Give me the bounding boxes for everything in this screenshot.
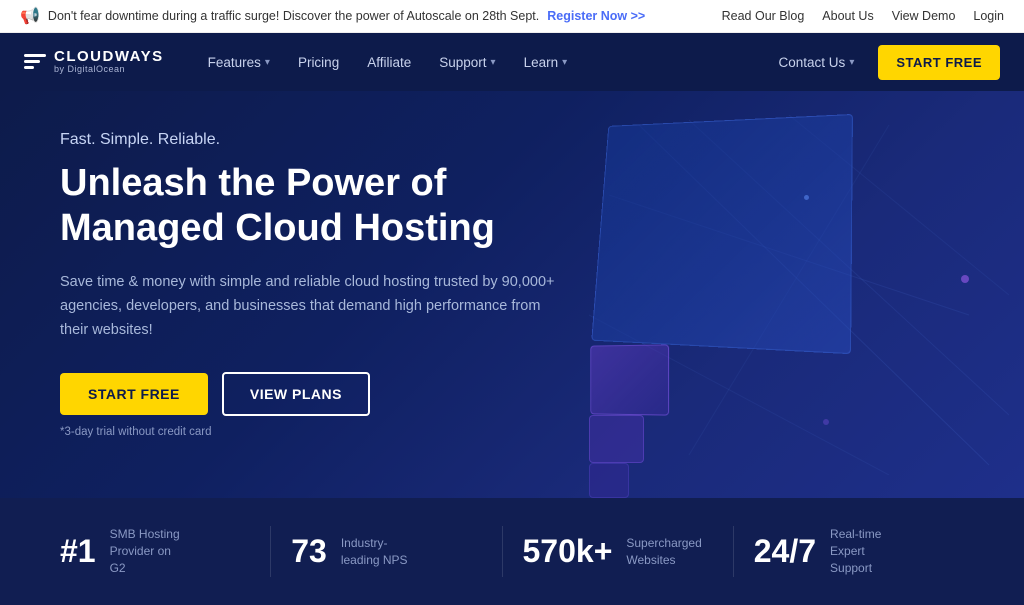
chevron-down-icon: ▾: [562, 57, 567, 68]
contact-us-button[interactable]: Contact Us ▾: [767, 47, 867, 78]
navbar-left: CLOUDWAYS by DigitalOcean Features ▾ Pri…: [24, 47, 579, 78]
banner-cta[interactable]: Register Now >>: [547, 9, 645, 23]
megaphone-icon: 📢: [20, 6, 40, 26]
hero-content: Fast. Simple. Reliable. Unleash the Powe…: [60, 131, 620, 438]
hero-start-free-button[interactable]: START FREE: [60, 373, 208, 415]
nav-affiliate[interactable]: Affiliate: [355, 47, 423, 78]
stat-desc-1: SMB Hosting Provider on G2: [110, 526, 190, 576]
logo-icon: [24, 54, 46, 69]
banner-link-blog[interactable]: Read Our Blog: [722, 9, 805, 23]
banner-link-about[interactable]: About Us: [822, 9, 873, 23]
logo-line-2: [24, 60, 40, 63]
top-banner: 📢 Don't fear downtime during a traffic s…: [0, 0, 1024, 33]
dot-decoration-3: [804, 195, 809, 200]
banner-message: 📢 Don't fear downtime during a traffic s…: [20, 6, 645, 26]
banner-links: Read Our Blog About Us View Demo Login: [722, 9, 1004, 23]
hero-buttons: START FREE VIEW PLANS: [60, 372, 620, 416]
chevron-down-icon: ▾: [265, 57, 270, 68]
logo-line-1: [24, 54, 46, 57]
stat-item-3: 570k+ Supercharged Websites: [503, 526, 734, 576]
hero-section: Fast. Simple. Reliable. Unleash the Powe…: [0, 91, 1024, 498]
stat-number-4: 24/7: [754, 533, 816, 570]
stat-desc-3: Supercharged Websites: [626, 535, 706, 569]
hero-graphic: [574, 91, 1024, 498]
navbar-right: Contact Us ▾ START FREE: [767, 45, 1000, 80]
stat-item-1: #1 SMB Hosting Provider on G2: [60, 526, 271, 576]
chevron-down-icon: ▾: [849, 57, 854, 68]
nav-links: Features ▾ Pricing Affiliate Support ▾ L…: [196, 47, 580, 78]
dot-decoration-1: [961, 275, 969, 283]
logo-sub: by DigitalOcean: [54, 65, 164, 75]
stat-number-3: 570k+: [523, 533, 613, 570]
stat-item-2: 73 Industry-leading NPS: [271, 526, 502, 576]
nav-learn[interactable]: Learn ▾: [512, 47, 580, 78]
stat-number-1: #1: [60, 533, 96, 570]
stat-desc-2: Industry-leading NPS: [341, 535, 421, 569]
hero-tagline: Fast. Simple. Reliable.: [60, 131, 620, 149]
stat-desc-4: Real-time Expert Support: [830, 526, 910, 576]
logo[interactable]: CLOUDWAYS by DigitalOcean: [24, 49, 164, 75]
hero-title: Unleash the Power of Managed Cloud Hosti…: [60, 161, 620, 251]
stats-section: #1 SMB Hosting Provider on G2 73 Industr…: [0, 498, 1024, 604]
start-free-button[interactable]: START FREE: [878, 45, 1000, 80]
hero-trial-note: *3-day trial without credit card: [60, 426, 620, 438]
logo-lines: [24, 54, 46, 69]
navbar: CLOUDWAYS by DigitalOcean Features ▾ Pri…: [0, 33, 1024, 91]
logo-text: CLOUDWAYS by DigitalOcean: [54, 49, 164, 75]
hero-description: Save time & money with simple and reliab…: [60, 271, 560, 343]
hex-graphic-container: [589, 115, 1009, 475]
nav-pricing[interactable]: Pricing: [286, 47, 351, 78]
banner-link-demo[interactable]: View Demo: [892, 9, 956, 23]
stat-number-2: 73: [291, 533, 327, 570]
logo-line-3: [24, 66, 34, 69]
banner-text: Don't fear downtime during a traffic sur…: [48, 9, 539, 23]
chevron-down-icon: ▾: [491, 57, 496, 68]
logo-name: CLOUDWAYS: [54, 49, 164, 66]
nav-support[interactable]: Support ▾: [427, 47, 507, 78]
hex-main-shape: [591, 114, 853, 354]
stat-item-4: 24/7 Real-time Expert Support: [734, 526, 964, 576]
dot-decoration-2: [823, 419, 829, 425]
nav-features[interactable]: Features ▾: [196, 47, 282, 78]
hero-view-plans-button[interactable]: VIEW PLANS: [222, 372, 370, 416]
banner-link-login[interactable]: Login: [973, 9, 1004, 23]
